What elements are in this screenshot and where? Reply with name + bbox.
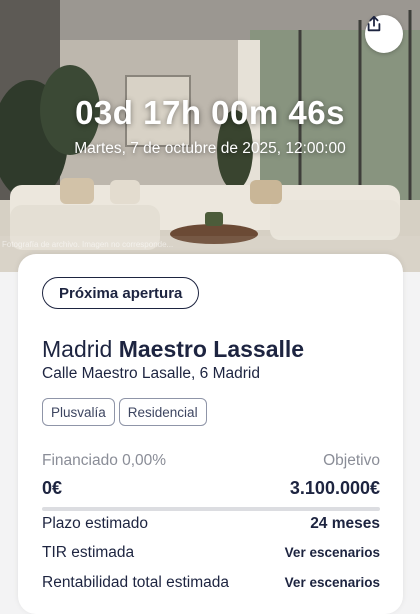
tag-list: Plusvalía Residencial (42, 398, 207, 426)
project-city: Madrid (42, 336, 113, 362)
funding-labels-row: Financiado 0,00% Objetivo (42, 452, 380, 470)
tag-plusvalia: Plusvalía (42, 398, 115, 426)
detail-label: Plazo estimado (42, 515, 148, 532)
hero-image: Fotografía de archivo. Imagen no corresp… (0, 0, 420, 272)
detail-label: Rentabilidad total estimada (42, 574, 229, 591)
countdown-timer: 03d 17h 00m 46s (75, 94, 345, 131)
photo-credit: Fotografía de archivo. Imagen no corresp… (2, 240, 174, 249)
opening-date: Martes, 7 de octubre de 2025, 12:00:00 (74, 140, 346, 157)
detail-row-plazo: Plazo estimado 24 meses (42, 515, 380, 533)
status-badge: Próxima apertura (42, 277, 200, 309)
target-value: 3.100.000€ (289, 478, 380, 498)
tag-residencial: Residencial (118, 398, 207, 426)
project-title: Madrid Maestro Lassalle (42, 336, 304, 363)
target-label: Objetivo (323, 452, 380, 469)
detail-row-rentabilidad: Rentabilidad total estimada Ver escenari… (42, 574, 380, 592)
financed-value: 0€ (42, 478, 63, 498)
living-room-photo (0, 0, 420, 272)
project-card[interactable]: Próxima apertura Madrid Maestro Lassalle… (18, 254, 403, 614)
share-icon (367, 15, 381, 32)
funding-values-row: 0€ 3.100.000€ (42, 478, 380, 499)
detail-row-tir: TIR estimada Ver escenarios (42, 544, 380, 562)
detail-value: 24 meses (310, 515, 380, 532)
detail-label: TIR estimada (42, 544, 135, 561)
funding-progress-bar (42, 507, 380, 511)
share-button[interactable] (365, 15, 403, 53)
ver-escenarios-link[interactable]: Ver escenarios (285, 545, 380, 560)
project-address: Calle Maestro Lasalle, 6 Madrid (42, 365, 260, 382)
financed-label: Financiado 0,00% (42, 452, 167, 469)
project-name: Maestro Lassalle (118, 336, 305, 362)
